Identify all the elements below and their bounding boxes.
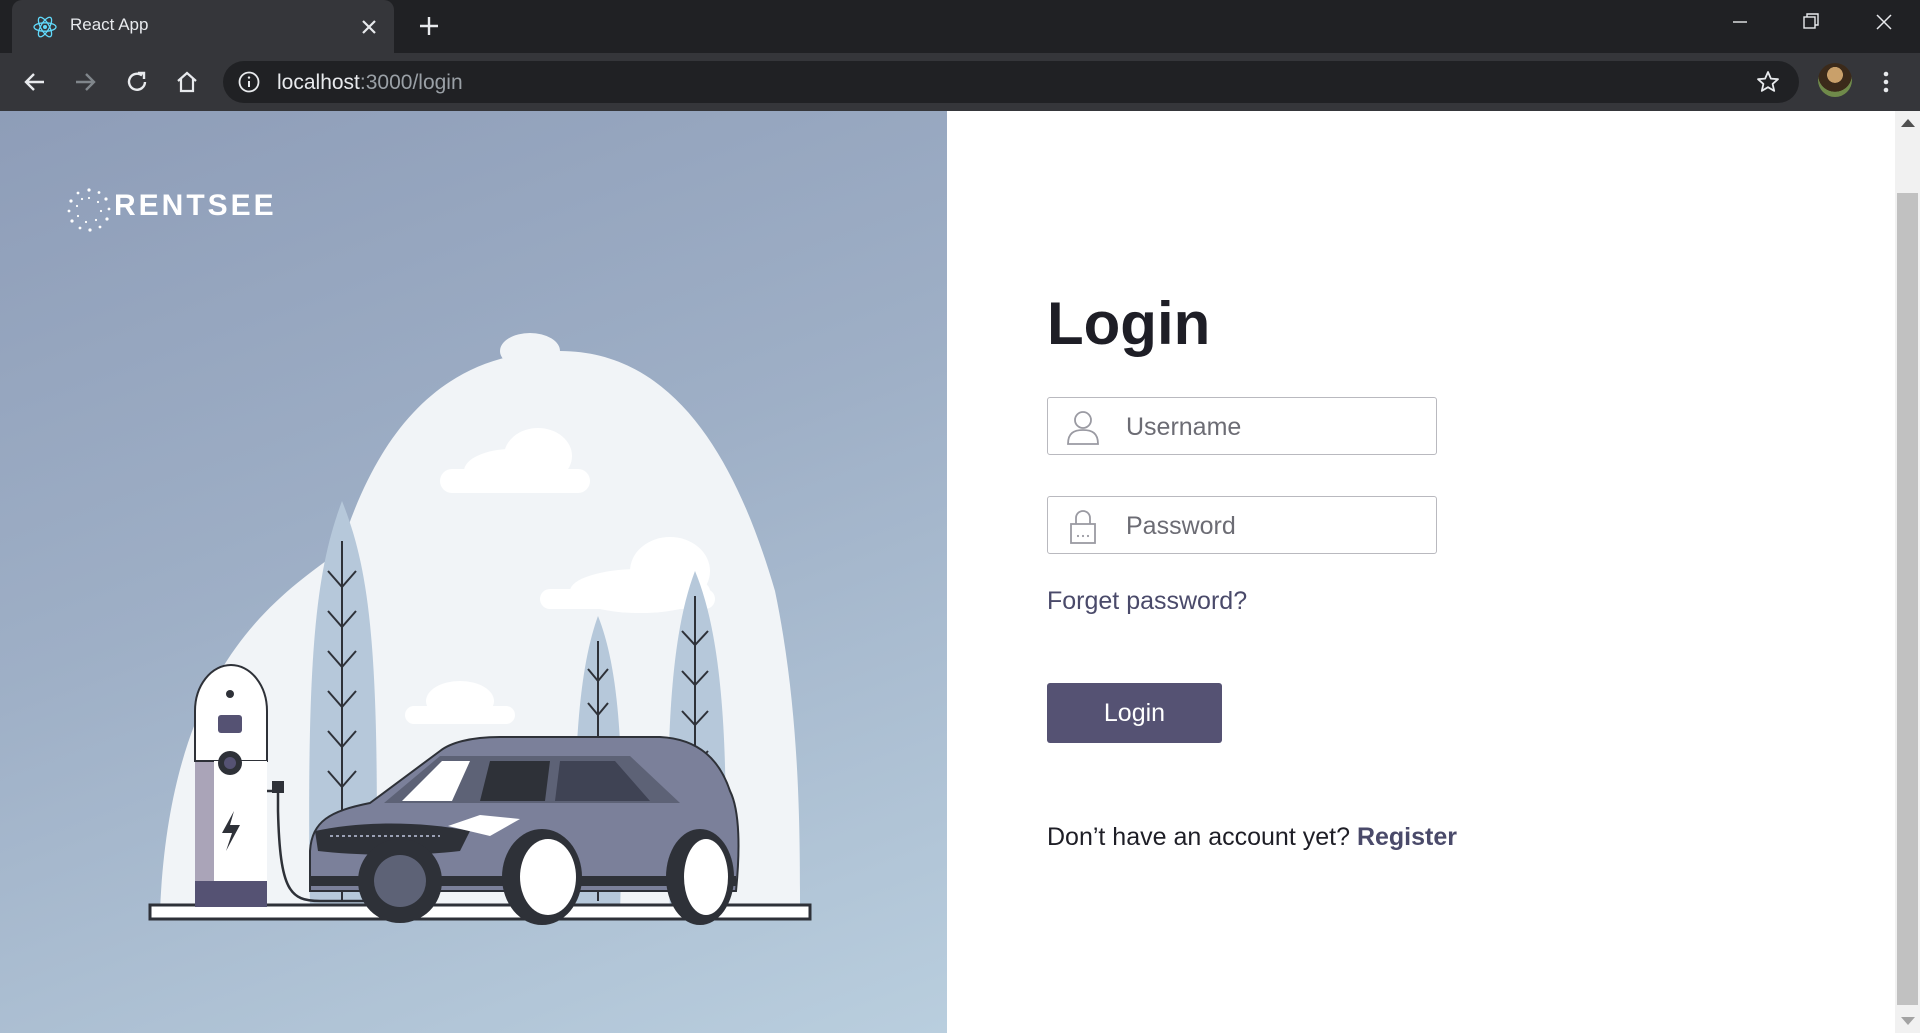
scroll-up-arrow-icon[interactable]: [1901, 119, 1915, 127]
scrollbar-thumb[interactable]: [1897, 193, 1918, 1005]
sun-dots-icon: [67, 188, 111, 232]
register-prompt: Don’t have an account yet? Register: [1047, 823, 1457, 852]
tab-title: React App: [70, 15, 149, 34]
username-field[interactable]: [1047, 397, 1437, 455]
scroll-down-arrow-icon[interactable]: [1901, 1017, 1915, 1025]
browser-tab[interactable]: React App: [12, 0, 394, 53]
home-icon[interactable]: [170, 65, 204, 99]
lock-icon: [1070, 510, 1096, 544]
username-input[interactable]: [1124, 408, 1428, 446]
back-icon[interactable]: [18, 65, 52, 99]
more-menu-icon[interactable]: [1872, 65, 1900, 99]
close-tab-icon[interactable]: [356, 14, 382, 40]
info-icon[interactable]: [237, 70, 261, 94]
url-path: :3000/login: [359, 71, 463, 94]
user-icon: [1067, 411, 1099, 445]
url-text[interactable]: localhost:3000/login: [277, 71, 463, 95]
forgot-password-link[interactable]: Forget password?: [1047, 587, 1247, 616]
bookmark-star-icon[interactable]: [1755, 69, 1781, 95]
forward-icon[interactable]: [68, 65, 102, 99]
page-scrollbar[interactable]: [1895, 111, 1920, 1033]
react-logo-icon: [33, 16, 57, 38]
new-tab-icon[interactable]: [415, 12, 443, 40]
restore-icon[interactable]: [1790, 8, 1830, 36]
register-link[interactable]: Register: [1357, 823, 1457, 851]
browser-titlebar: React App: [0, 0, 1920, 53]
close-window-icon[interactable]: [1864, 8, 1904, 36]
page-title: Login: [1047, 290, 1211, 357]
browser-toolbar: localhost:3000/login: [0, 53, 1920, 111]
password-input[interactable]: [1124, 507, 1428, 545]
profile-avatar[interactable]: [1818, 63, 1852, 97]
minimize-icon[interactable]: [1720, 8, 1760, 36]
url-host: localhost: [277, 71, 360, 94]
brand-logo[interactable]: RENTSEE: [66, 179, 274, 235]
reload-icon[interactable]: [120, 65, 154, 99]
register-prompt-text: Don’t have an account yet?: [1047, 823, 1350, 851]
hero-panel: RENTSEE: [0, 111, 947, 1033]
address-bar[interactable]: localhost:3000/login: [223, 61, 1799, 103]
car-charging-illustration: [148, 333, 812, 925]
login-panel: Login Forget password? Login Don’t have …: [947, 111, 1895, 1033]
login-button[interactable]: Login: [1047, 683, 1222, 743]
brand-name: RENTSEE: [114, 189, 277, 222]
password-field[interactable]: [1047, 496, 1437, 554]
